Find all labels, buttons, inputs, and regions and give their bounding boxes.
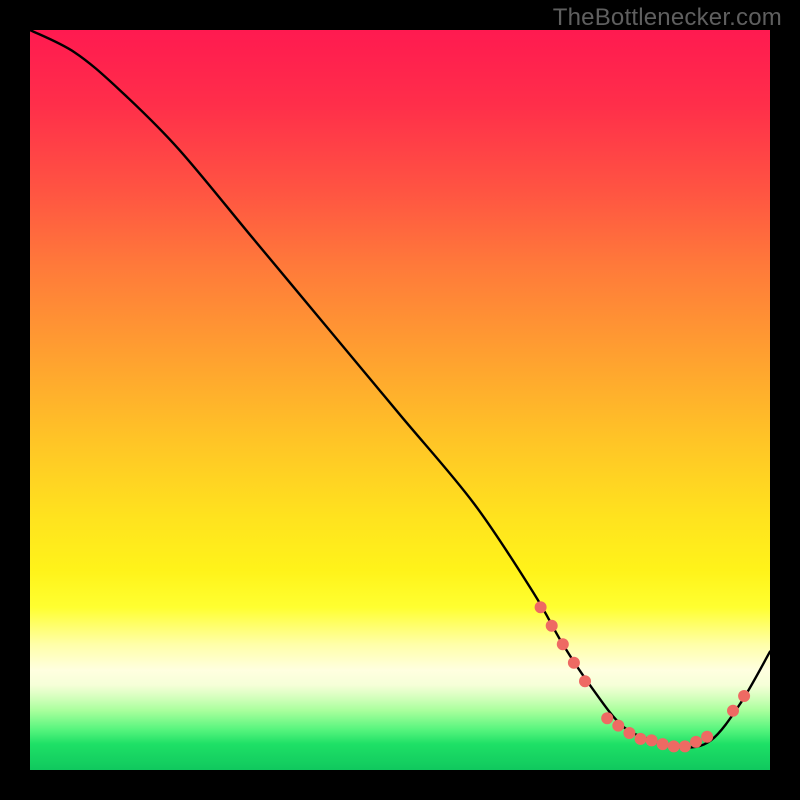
marker-dot: [601, 712, 613, 724]
marker-dot: [679, 740, 691, 752]
marker-dot: [557, 638, 569, 650]
marker-dot: [568, 657, 580, 669]
chart-frame: TheBottlenecker.com: [0, 0, 800, 800]
marker-dot: [546, 620, 558, 632]
marker-dot: [646, 734, 658, 746]
plot-area: [30, 30, 770, 770]
marker-dot: [727, 705, 739, 717]
marker-dot: [690, 736, 702, 748]
marker-dot: [612, 720, 624, 732]
marker-dot: [701, 731, 713, 743]
marker-group: [535, 601, 751, 752]
marker-dot: [579, 675, 591, 687]
marker-dot: [635, 733, 647, 745]
marker-dot: [623, 727, 635, 739]
marker-dot: [657, 738, 669, 750]
marker-dot: [668, 740, 680, 752]
marker-dot: [535, 601, 547, 613]
bottleneck-curve: [30, 30, 770, 748]
curve-svg: [30, 30, 770, 770]
watermark-text: TheBottlenecker.com: [553, 4, 782, 32]
marker-dot: [738, 690, 750, 702]
